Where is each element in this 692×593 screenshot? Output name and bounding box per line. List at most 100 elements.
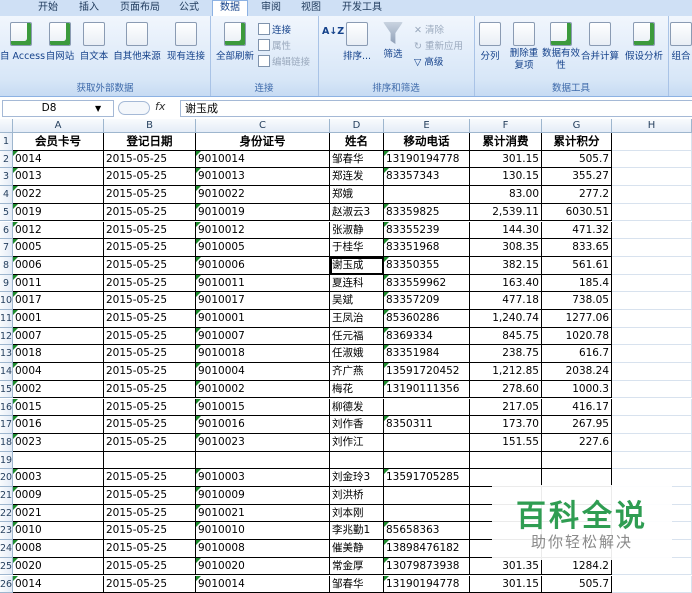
table-cell[interactable]: 2015-05-25 (104, 505, 196, 523)
table-cell[interactable]: 9010018 (196, 345, 330, 363)
table-cell[interactable]: 616.7 (542, 345, 612, 363)
empty-cell[interactable] (612, 239, 692, 257)
table-cell[interactable]: 0023 (13, 434, 104, 452)
table-cell[interactable]: 9010007 (196, 328, 330, 346)
remove-duplicates-button[interactable]: 删除重复项 (506, 22, 542, 72)
text-to-columns-button[interactable]: 分列 (476, 22, 504, 62)
table-cell[interactable]: 85360286 (384, 310, 470, 328)
row-header[interactable]: 24 (0, 540, 13, 558)
table-cell[interactable]: 9010019 (196, 204, 330, 222)
table-cell[interactable]: 151.55 (470, 434, 542, 452)
table-cell[interactable]: 0009 (13, 487, 104, 505)
tab-formulas[interactable]: 公式 (174, 1, 204, 15)
empty-cell[interactable] (612, 151, 692, 169)
table-cell[interactable]: 9010011 (196, 275, 330, 293)
table-cell[interactable]: 83.00 (470, 186, 542, 204)
table-cell[interactable]: 0008 (13, 540, 104, 558)
tab-insert[interactable]: 插入 (74, 1, 104, 15)
empty-cell[interactable] (612, 186, 692, 204)
table-cell[interactable]: 夏连科 (330, 275, 384, 293)
table-cell[interactable]: 0005 (13, 239, 104, 257)
table-cell[interactable]: 9010020 (196, 558, 330, 576)
tab-home[interactable]: 开始 (30, 1, 66, 15)
table-cell[interactable]: 83351984 (384, 345, 470, 363)
table-cell[interactable]: 2015-05-25 (104, 257, 196, 275)
table-cell[interactable]: 238.75 (470, 345, 542, 363)
table-cell[interactable]: 13079873938 (384, 558, 470, 576)
table-cell[interactable]: 2015-05-25 (104, 239, 196, 257)
table-cell[interactable]: 柳德发 (330, 399, 384, 417)
table-cell[interactable]: 278.60 (470, 381, 542, 399)
table-cell[interactable] (384, 434, 470, 452)
table-cell[interactable]: 83350355 (384, 257, 470, 275)
row-header[interactable]: 26 (0, 576, 13, 593)
table-cell[interactable]: 738.05 (542, 292, 612, 310)
table-cell[interactable]: 9010014 (196, 151, 330, 169)
row-header[interactable]: 17 (0, 416, 13, 434)
empty-cell[interactable] (612, 452, 692, 470)
table-cell[interactable] (196, 452, 330, 470)
existing-connections-button[interactable]: 现有连接 (164, 22, 208, 62)
table-cell[interactable]: 刘金玲3 (330, 469, 384, 487)
table-cell[interactable]: 308.35 (470, 239, 542, 257)
row-header[interactable]: 6 (0, 222, 13, 240)
table-cell[interactable]: 邹春华 (330, 576, 384, 593)
from-text-button[interactable]: 自文本 (78, 22, 110, 62)
table-cell[interactable] (384, 487, 470, 505)
table-cell[interactable]: 1020.78 (542, 328, 612, 346)
table-cell[interactable]: 2015-05-25 (104, 204, 196, 222)
table-cell[interactable]: 刘作香 (330, 416, 384, 434)
row-header[interactable]: 21 (0, 487, 13, 505)
row-header[interactable]: 12 (0, 328, 13, 346)
empty-cell[interactable] (612, 275, 692, 293)
table-cell[interactable] (542, 452, 612, 470)
row-header[interactable]: 16 (0, 399, 13, 417)
table-cell[interactable]: 0014 (13, 151, 104, 169)
empty-cell[interactable] (612, 204, 692, 222)
from-other-sources-button[interactable]: 自其他来源 (112, 22, 162, 62)
table-cell[interactable]: 833559962 (384, 275, 470, 293)
table-cell[interactable] (470, 452, 542, 470)
from-access-button[interactable]: 自 Access (0, 22, 42, 62)
table-cell[interactable]: 9010016 (196, 416, 330, 434)
table-cell[interactable]: 13591720452 (384, 363, 470, 381)
table-cell[interactable] (384, 186, 470, 204)
tab-page-layout[interactable]: 页面布局 (112, 1, 168, 15)
column-title-cell[interactable]: 会员卡号 (13, 133, 104, 151)
table-cell[interactable]: 2015-05-25 (104, 222, 196, 240)
row-header[interactable]: 25 (0, 558, 13, 576)
table-cell[interactable]: 齐广燕 (330, 363, 384, 381)
table-cell[interactable]: 梅花 (330, 381, 384, 399)
table-cell[interactable]: 9010002 (196, 381, 330, 399)
connections-button[interactable]: 连接 (258, 22, 291, 36)
table-cell[interactable]: 13190194778 (384, 151, 470, 169)
table-cell[interactable]: 2,539.11 (470, 204, 542, 222)
table-cell[interactable]: 邹春华 (330, 151, 384, 169)
table-cell[interactable]: 505.7 (542, 151, 612, 169)
table-cell[interactable]: 9010014 (196, 576, 330, 593)
table-cell[interactable]: 185.4 (542, 275, 612, 293)
column-header-d[interactable]: D (330, 119, 384, 133)
table-cell[interactable]: 2015-05-25 (104, 345, 196, 363)
row-header[interactable]: 2 (0, 151, 13, 169)
table-cell[interactable] (104, 452, 196, 470)
table-cell[interactable]: 2015-05-25 (104, 540, 196, 558)
filter-button[interactable]: 筛选 (378, 22, 408, 60)
table-cell[interactable]: 267.95 (542, 416, 612, 434)
row-header[interactable]: 8 (0, 257, 13, 275)
table-cell[interactable]: 355.27 (542, 168, 612, 186)
table-cell[interactable]: 416.17 (542, 399, 612, 417)
empty-cell[interactable] (612, 558, 692, 576)
select-all-corner[interactable] (0, 119, 13, 133)
column-title-cell[interactable]: 移动电话 (384, 133, 470, 151)
table-cell[interactable]: 130.15 (470, 168, 542, 186)
table-cell[interactable]: 2015-05-25 (104, 310, 196, 328)
tab-data[interactable]: 数据 (212, 0, 248, 17)
row-header[interactable]: 22 (0, 505, 13, 523)
empty-cell[interactable] (612, 399, 692, 417)
column-title-cell[interactable]: 登记日期 (104, 133, 196, 151)
table-cell[interactable] (13, 452, 104, 470)
tab-view[interactable]: 视图 (296, 1, 326, 15)
row-header[interactable]: 11 (0, 310, 13, 328)
table-cell[interactable]: 1000.3 (542, 381, 612, 399)
